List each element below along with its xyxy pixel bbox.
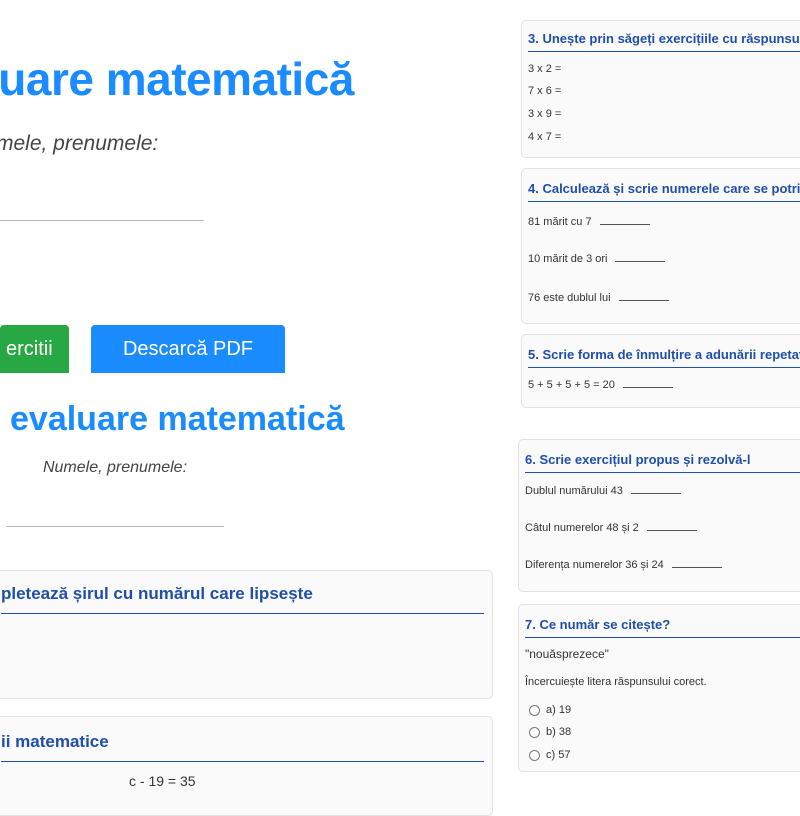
download-pdf-button-label: Descarcă PDF <box>122 337 254 360</box>
exercise-4-item: 81 mărit cu 7 <box>528 214 650 228</box>
name-label: mele, prenumele: <box>0 132 159 155</box>
exercise-card-1-title: pletează șirul cu numărul care lipsește <box>1 584 484 614</box>
exercise-3-title: 3. Unește prin săgeți exercițiile cu răs… <box>528 31 800 52</box>
exercise-4-item: 10 mărit de 3 ori <box>528 251 666 265</box>
exercise-6-card: 6. Scrie exercițiul propus și rezolvă-l … <box>518 439 800 592</box>
exercise-3-card: 3. Unește prin săgeți exercițiile cu răs… <box>521 20 800 158</box>
option-a[interactable]: a) 19 <box>529 704 571 716</box>
exercise-card-2-title: ii matematice <box>1 732 484 762</box>
answer-blank[interactable] <box>622 377 673 388</box>
exercise-6-item: Dublul numărului 43 <box>525 483 681 497</box>
exercise-4-title: 4. Calculează și scrie numerele care se … <box>528 181 800 202</box>
preview-title: evaluare matematică <box>10 400 345 438</box>
exercise-7-instruction: Încercuiește litera răspunsului corect. <box>525 676 707 688</box>
radio-b[interactable] <box>529 726 540 738</box>
exercise-card-1: pletează șirul cu numărul care lipsește <box>0 570 493 699</box>
option-c[interactable]: c) 57 <box>529 749 570 761</box>
answer-blank[interactable] <box>646 520 697 531</box>
download-pdf-button[interactable]: Descarcă PDF <box>91 325 285 373</box>
exercises-button-label: ercitii <box>6 337 53 360</box>
exercises-button[interactable]: ercitii <box>0 325 69 373</box>
exercise-5-item: 5 + 5 + 5 + 5 = 20 <box>528 377 673 391</box>
exercise-7-card: 7. Ce număr se citește? "nouăsprezece" Î… <box>518 604 800 772</box>
name-field-line[interactable] <box>0 220 204 221</box>
preview-name-line <box>6 526 224 527</box>
answer-blank[interactable] <box>630 483 681 494</box>
exercise-3-item: 3 x 2 = <box>528 63 562 75</box>
answer-blank[interactable] <box>615 251 666 262</box>
answer-blank[interactable] <box>618 290 669 301</box>
answer-blank[interactable] <box>671 557 722 568</box>
answer-blank[interactable] <box>599 214 650 225</box>
exercise-3-item: 7 x 6 = <box>528 85 562 97</box>
equation: c - 19 = 35 <box>129 773 196 789</box>
exercise-7-quote: "nouăsprezece" <box>525 647 609 661</box>
radio-a[interactable] <box>529 704 540 716</box>
exercise-5-card: 5. Scrie forma de înmulțire a adunării r… <box>521 334 800 408</box>
radio-c[interactable] <box>529 749 540 761</box>
page-title: luare matematică <box>0 53 354 105</box>
exercise-6-item: Câtul numerelor 48 și 2 <box>525 520 697 534</box>
exercise-3-item: 4 x 7 = <box>528 131 562 143</box>
exercise-4-item: 76 este dublul lui <box>528 290 669 304</box>
exercise-3-item: 3 x 9 = <box>528 108 562 120</box>
exercise-4-card: 4. Calculează și scrie numerele care se … <box>521 168 800 324</box>
exercise-7-title: 7. Ce număr se citește? <box>525 617 800 638</box>
exercise-6-item: Diferența numerelor 36 și 24 <box>525 557 722 571</box>
exercise-card-2: ii matematice c - 19 = 35 <box>0 716 493 816</box>
preview-name-label: Numele, prenumele: <box>42 459 188 476</box>
exercise-6-title: 6. Scrie exercițiul propus și rezolvă-l <box>525 452 800 473</box>
option-b[interactable]: b) 38 <box>529 726 571 738</box>
exercise-5-title: 5. Scrie forma de înmulțire a adunării r… <box>528 347 800 368</box>
